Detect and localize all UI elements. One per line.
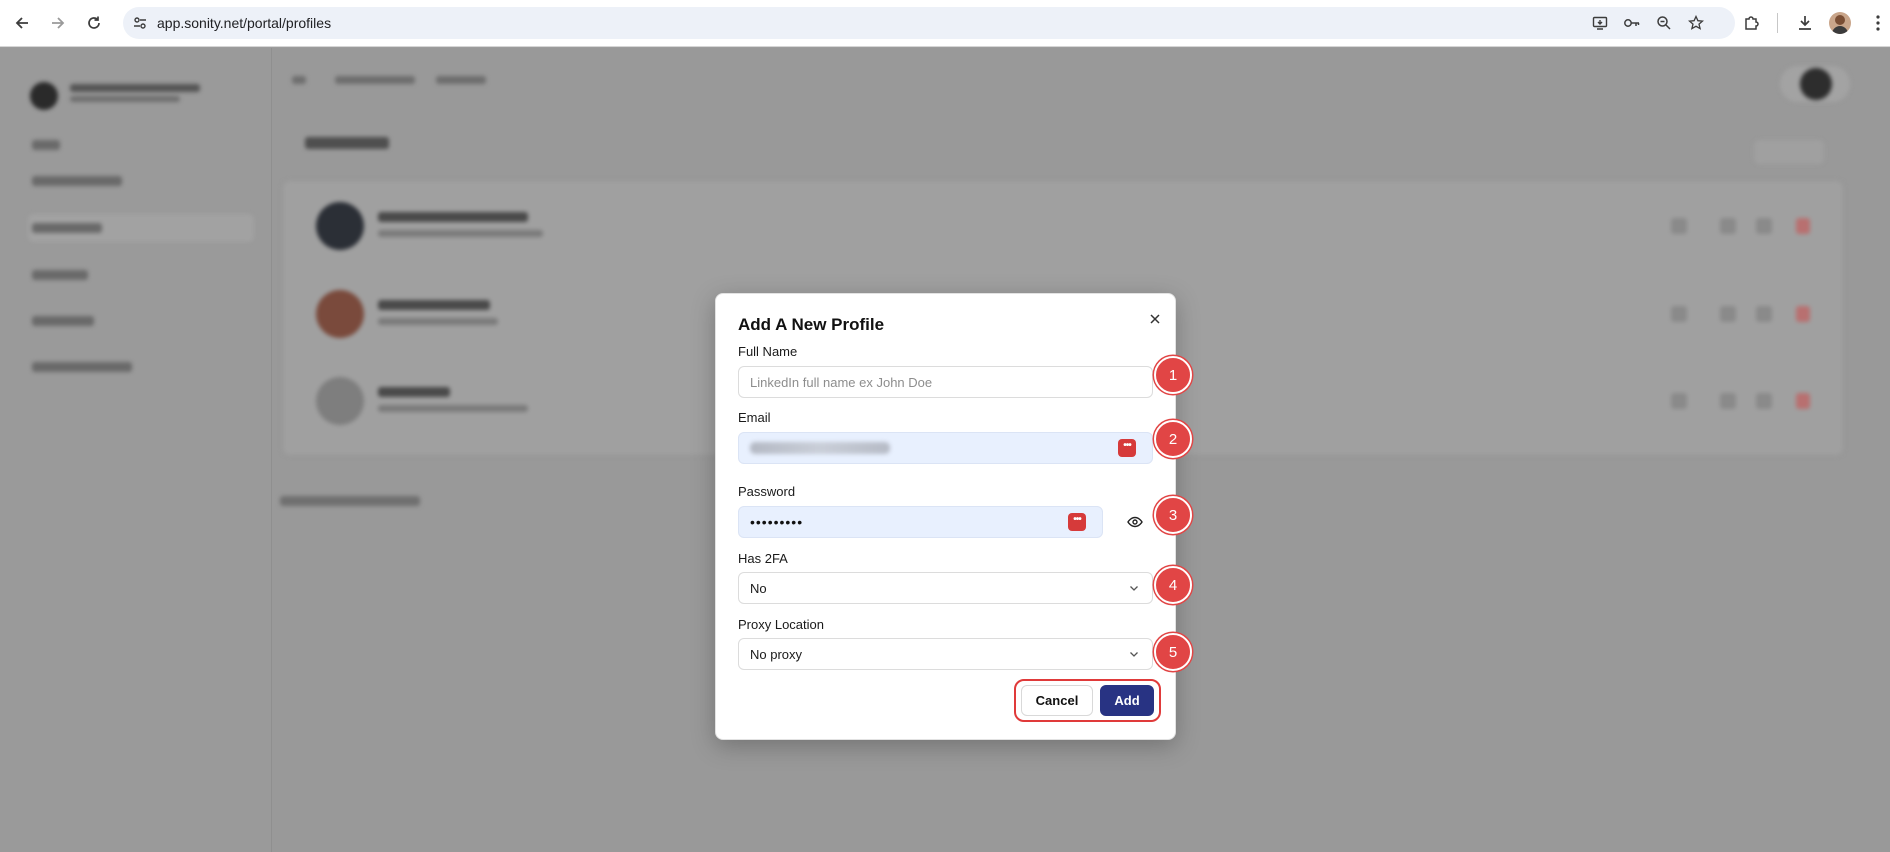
extensions-icon[interactable] <box>1741 12 1763 34</box>
step-marker-2: 2 <box>1154 420 1192 458</box>
forward-arrow-icon[interactable] <box>47 12 69 34</box>
address-bar[interactable]: app.sonity.net/portal/profiles <box>123 7 1735 39</box>
sidebar-item <box>32 223 102 233</box>
sidebar-item <box>32 270 88 280</box>
proxy-location-select[interactable]: No proxy <box>738 638 1153 670</box>
has-2fa-select[interactable]: No <box>738 572 1153 604</box>
install-app-icon[interactable] <box>1591 15 1609 31</box>
account-avatar <box>1800 68 1832 100</box>
password-manager-icon[interactable]: ••• <box>1118 439 1136 457</box>
dialog-title: Add A New Profile <box>738 315 885 334</box>
breadcrumb <box>436 76 486 84</box>
sidebar-item <box>32 316 94 326</box>
site-settings-icon[interactable] <box>132 15 148 36</box>
download-icon[interactable] <box>1794 12 1816 34</box>
page-title <box>305 137 389 149</box>
breadcrumb <box>335 76 415 84</box>
more-menu-icon[interactable] <box>1867 12 1889 34</box>
password-input[interactable]: ••••••••• <box>738 506 1103 538</box>
browser-toolbar: app.sonity.net/portal/profiles <box>0 0 1890 47</box>
table-row <box>316 202 1826 252</box>
redacted-email-value <box>750 442 890 454</box>
close-icon[interactable] <box>1146 310 1164 328</box>
email-label: Email <box>738 410 771 425</box>
profile-avatar[interactable] <box>1829 12 1851 34</box>
step-marker-4: 4 <box>1154 566 1192 604</box>
footer-text <box>280 496 420 506</box>
filter-control <box>1754 140 1824 164</box>
sidebar-section-label <box>32 140 60 150</box>
proxy-location-label: Proxy Location <box>738 617 824 632</box>
password-masked-value: ••••••••• <box>750 514 804 530</box>
cancel-button[interactable]: Cancel <box>1021 685 1093 716</box>
step-marker-3: 3 <box>1154 496 1192 534</box>
toolbar-divider <box>1777 13 1778 33</box>
sidebar-item <box>32 176 122 186</box>
password-label: Password <box>738 484 796 499</box>
key-icon[interactable] <box>1623 15 1641 31</box>
step-marker-1: 1 <box>1154 356 1192 394</box>
show-password-eye-icon[interactable] <box>1126 513 1144 531</box>
bookmark-star-icon[interactable] <box>1687 15 1705 31</box>
proxy-location-value: No proxy <box>750 646 803 662</box>
full-name-label: Full Name <box>738 344 798 359</box>
email-input[interactable] <box>738 432 1153 464</box>
sidebar-toggle <box>292 76 306 84</box>
chevron-down-icon <box>1128 648 1140 663</box>
has-2fa-value: No <box>750 580 767 596</box>
add-button[interactable]: Add <box>1100 685 1154 716</box>
zoom-icon[interactable] <box>1655 15 1673 31</box>
reload-icon[interactable] <box>83 12 105 34</box>
sidebar-item <box>32 362 132 372</box>
password-manager-icon[interactable]: ••• <box>1068 513 1086 531</box>
chevron-down-icon <box>1128 582 1140 597</box>
add-profile-dialog: Add A New Profile Full Name LinkedIn ful… <box>715 293 1176 740</box>
organization-switcher <box>30 80 240 110</box>
sidebar <box>0 48 272 852</box>
back-arrow-icon[interactable] <box>11 12 33 34</box>
url-text: app.sonity.net/portal/profiles <box>157 15 332 31</box>
full-name-placeholder: LinkedIn full name ex John Doe <box>750 374 933 390</box>
full-name-input[interactable]: LinkedIn full name ex John Doe <box>738 366 1153 398</box>
has-2fa-label: Has 2FA <box>738 551 788 566</box>
step-marker-5: 5 <box>1154 633 1192 671</box>
